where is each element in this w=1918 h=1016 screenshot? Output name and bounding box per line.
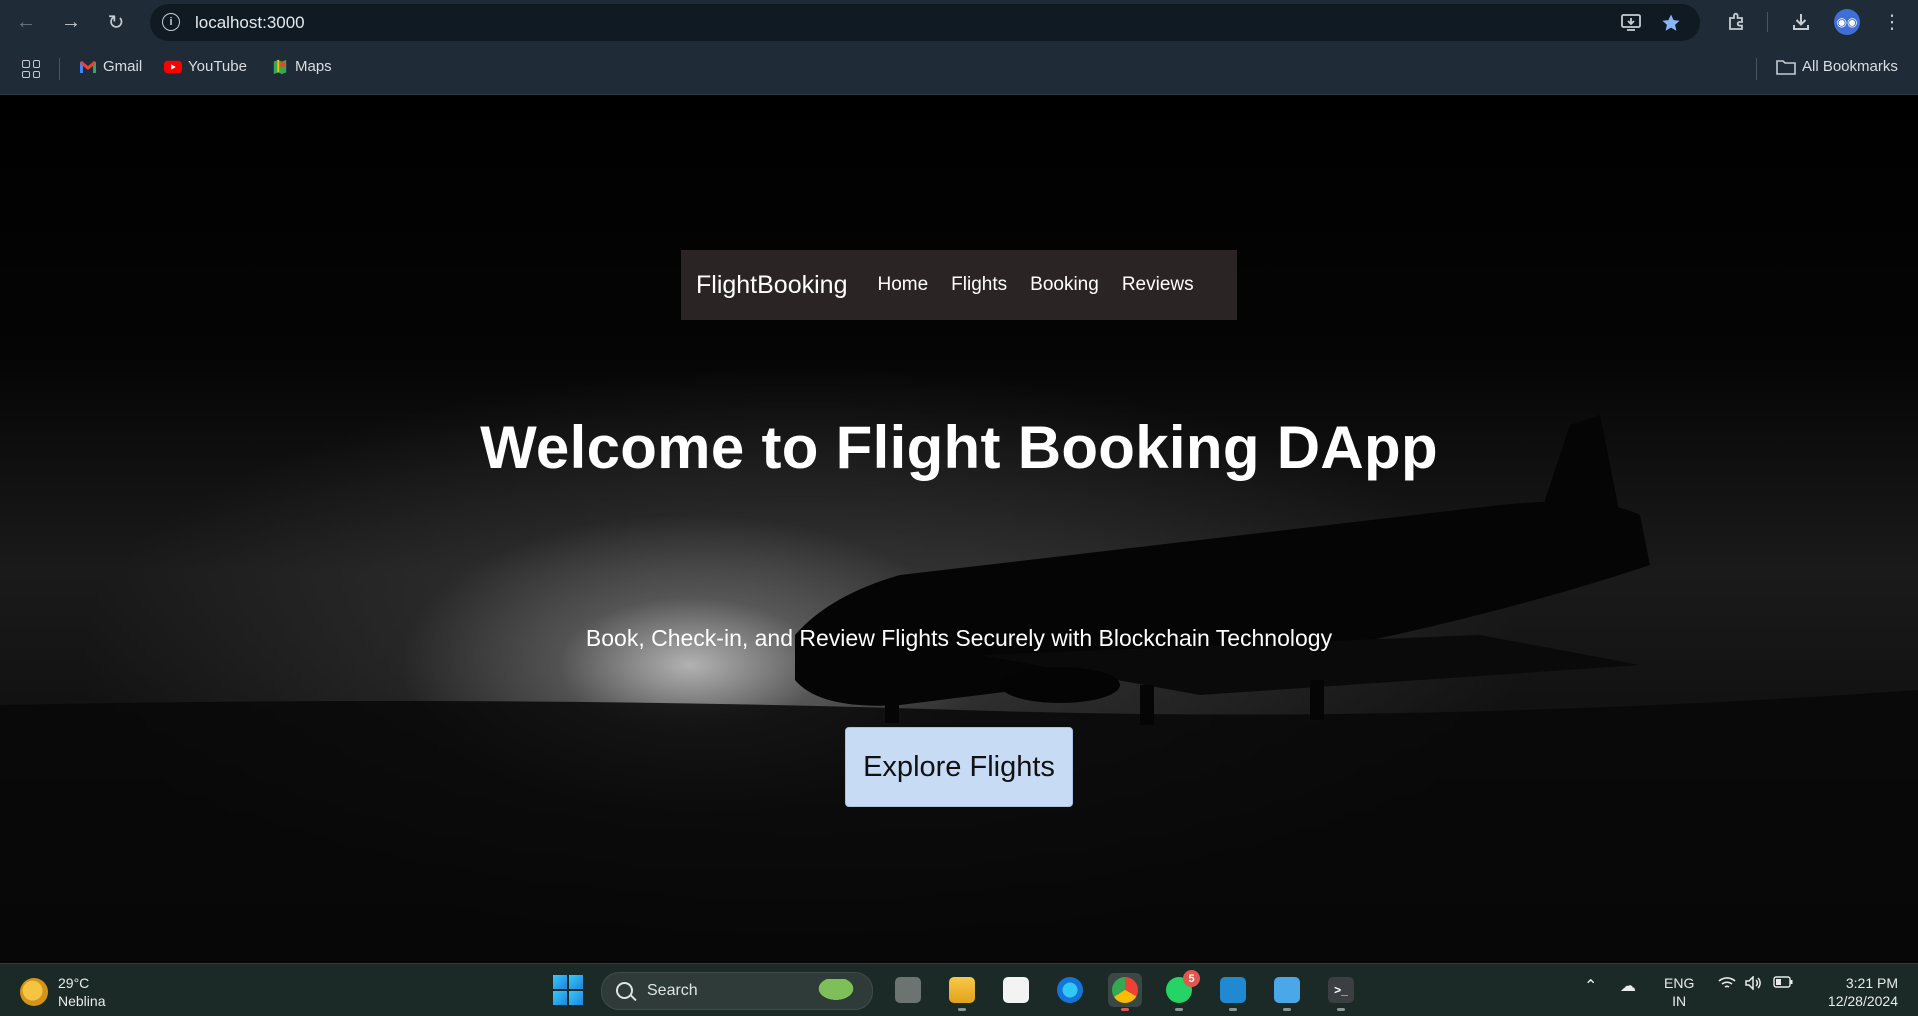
nav-link-flights[interactable]: Flights — [951, 274, 1007, 296]
folder-app-icon — [949, 977, 975, 1003]
search-label: Search — [647, 982, 698, 999]
bookmarks-divider — [59, 58, 60, 80]
edge-app[interactable] — [1053, 973, 1087, 1007]
airplane-background-image — [0, 415, 1918, 963]
running-indicator — [1229, 1008, 1237, 1011]
browser-menu-icon[interactable]: ⋮ — [1878, 8, 1906, 36]
explore-flights-button[interactable]: Explore Flights — [845, 727, 1073, 807]
windows-taskbar: 29°C Neblina Search 5 >_ ⌃ ☁ ENG IN 3:21… — [0, 963, 1918, 1016]
running-indicator — [1175, 1008, 1183, 1011]
reload-button[interactable]: ↻ — [102, 8, 130, 36]
terminal-app[interactable]: >_ — [1324, 973, 1358, 1011]
back-button[interactable]: ← — [12, 8, 40, 36]
input-language[interactable]: ENG IN — [1664, 974, 1694, 1010]
language-code: ENG — [1664, 975, 1695, 991]
all-bookmarks-label: All Bookmarks — [1802, 58, 1898, 75]
notification-badge: 5 — [1183, 970, 1200, 987]
weather-sun-fog-icon — [20, 978, 48, 1006]
notepad-app[interactable] — [1270, 973, 1304, 1011]
toolbar-divider — [1767, 12, 1768, 32]
taskbar-search[interactable]: Search — [601, 972, 873, 1010]
address-bar[interactable]: i localhost:3000 — [150, 4, 1700, 41]
arrow-left-icon: ← — [16, 10, 36, 33]
bookmark-gmail[interactable]: Gmail — [79, 58, 142, 75]
maps-icon — [273, 59, 287, 74]
whatsapp-app[interactable]: 5 — [1162, 970, 1200, 1011]
weather-description: Neblina — [58, 993, 106, 1009]
volume-icon[interactable] — [1745, 976, 1763, 990]
system-clock[interactable]: 3:21 PM 12/28/2024 — [1828, 974, 1898, 1010]
running-indicator — [1121, 1008, 1129, 1011]
search-icon — [616, 982, 633, 999]
wifi-icon[interactable] — [1718, 976, 1736, 990]
clock-time: 3:21 PM — [1845, 975, 1898, 991]
task-view-icon — [895, 977, 921, 1003]
chrome-icon — [1112, 977, 1138, 1003]
search-highlight-turtle-icon — [814, 979, 858, 1003]
url-text[interactable]: localhost:3000 — [195, 13, 305, 33]
weather-temperature: 29°C — [58, 975, 90, 991]
vscode-app[interactable] — [1216, 973, 1250, 1011]
youtube-icon — [164, 60, 182, 73]
battery-icon[interactable] — [1773, 976, 1793, 988]
brand-logo-text[interactable]: FlightBooking — [696, 271, 847, 300]
browser-toolbar: ← → ↻ i localhost:3000 ◉◉ ⋮ — [0, 0, 1918, 44]
forward-button[interactable]: → — [57, 8, 85, 36]
all-bookmarks-button[interactable]: All Bookmarks — [1776, 58, 1898, 75]
bookmarks-bar: Gmail YouTube Maps All Bookmarks — [0, 44, 1918, 95]
running-indicator — [958, 1008, 966, 1011]
weather-widget[interactable]: 29°C Neblina — [20, 974, 105, 1010]
onedrive-cloud-icon[interactable]: ☁ — [1620, 976, 1636, 996]
nav-links: Home Flights Booking Reviews — [877, 274, 1193, 296]
hero-subtitle: Book, Check-in, and Review Flights Secur… — [585, 625, 1333, 651]
clock-date: 12/28/2024 — [1827, 993, 1898, 1009]
downloads-icon[interactable] — [1787, 8, 1815, 36]
terminal-icon: >_ — [1328, 977, 1354, 1003]
reload-icon: ↻ — [107, 11, 125, 34]
hero-section: FlightBooking Home Flights Booking Revie… — [0, 95, 1918, 963]
site-navbar: FlightBooking Home Flights Booking Revie… — [681, 250, 1237, 320]
windows-start-icon[interactable] — [553, 975, 583, 1005]
store-icon — [1003, 977, 1029, 1003]
bookmark-star-icon[interactable] — [1658, 12, 1684, 34]
folder-icon — [1776, 59, 1796, 75]
incognito-glasses-icon: ◉◉ — [1836, 15, 1858, 29]
bookmark-label: Maps — [295, 58, 332, 75]
extensions-icon[interactable] — [1722, 8, 1750, 36]
arrow-right-icon: → — [61, 10, 81, 33]
notepad-icon — [1274, 977, 1300, 1003]
bookmark-label: Gmail — [103, 58, 143, 75]
running-indicator — [1337, 1008, 1345, 1011]
apps-grid-icon[interactable] — [22, 60, 40, 78]
running-indicator — [1283, 1008, 1291, 1011]
bookmark-youtube[interactable]: YouTube — [164, 58, 247, 75]
site-info-icon[interactable]: i — [162, 13, 180, 31]
chevron-up-icon[interactable]: ⌃ — [1584, 976, 1597, 996]
hero-title: Welcome to Flight Booking DApp — [480, 414, 1438, 481]
install-app-icon[interactable] — [1618, 12, 1644, 34]
gmail-icon — [80, 60, 96, 73]
file-explorer-app[interactable] — [945, 973, 979, 1011]
nav-link-booking[interactable]: Booking — [1030, 274, 1099, 296]
task-view-app[interactable] — [891, 973, 925, 1007]
region-code: IN — [1672, 993, 1687, 1009]
nav-link-home[interactable]: Home — [877, 274, 928, 296]
vscode-icon — [1220, 977, 1246, 1003]
nav-link-reviews[interactable]: Reviews — [1122, 274, 1194, 296]
bookmark-label: YouTube — [188, 58, 247, 75]
edge-icon — [1057, 977, 1083, 1003]
chrome-app[interactable] — [1108, 973, 1142, 1011]
store-app[interactable] — [999, 973, 1033, 1007]
bookmark-maps[interactable]: Maps — [271, 58, 332, 75]
bookmarks-divider — [1756, 58, 1757, 80]
profile-avatar[interactable]: ◉◉ — [1834, 9, 1860, 35]
